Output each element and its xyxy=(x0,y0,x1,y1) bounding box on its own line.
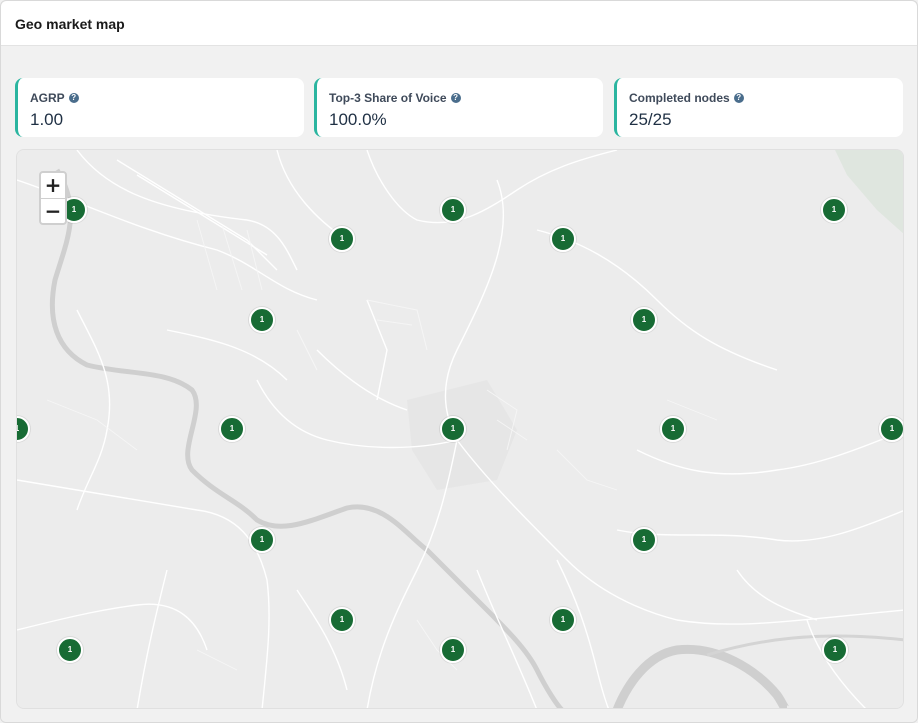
app-frame: Geo market map AGRP ? 1.00 Top-3 Share o… xyxy=(0,0,918,723)
stat-card-agrp: AGRP ? 1.00 xyxy=(15,78,304,137)
map-marker[interactable]: 1 xyxy=(631,527,657,553)
question-circle-icon[interactable]: ? xyxy=(450,93,461,103)
map-marker[interactable]: 1 xyxy=(329,607,355,633)
stat-value-agrp: 1.00 xyxy=(30,110,64,129)
map-marker[interactable]: 1 xyxy=(879,416,903,442)
map-marker[interactable]: 1 xyxy=(660,416,686,442)
stat-label-completed-nodes: Completed nodes xyxy=(629,91,730,105)
question-circle-icon[interactable]: ? xyxy=(68,93,79,103)
map-marker[interactable]: 1 xyxy=(440,416,466,442)
zoom-control: + − xyxy=(39,171,67,225)
geo-map[interactable]: + − 1 1 1 1 1 1 1 1 1 1 1 1 1 1 1 1 1 1 … xyxy=(16,149,904,709)
stat-card-completed-nodes: Completed nodes ? 25/25 xyxy=(614,78,903,137)
stat-label-share-of-voice: Top-3 Share of Voice xyxy=(329,91,447,105)
panel-footer xyxy=(1,713,917,722)
map-marker[interactable]: 1 xyxy=(821,197,847,223)
panel-header: Geo market map xyxy=(1,1,917,46)
map-marker[interactable]: 1 xyxy=(440,197,466,223)
stat-value-share-of-voice: 100.0% xyxy=(329,110,387,129)
map-marker[interactable]: 1 xyxy=(550,226,576,252)
stat-card-share-of-voice: Top-3 Share of Voice ? 100.0% xyxy=(314,78,603,137)
map-marker[interactable]: 1 xyxy=(440,637,466,663)
map-marker[interactable]: 1 xyxy=(57,637,83,663)
page-title: Geo market map xyxy=(15,16,125,32)
question-circle-icon[interactable]: ? xyxy=(733,93,744,103)
map-marker[interactable]: 1 xyxy=(249,527,275,553)
map-marker[interactable]: 1 xyxy=(631,307,657,333)
stat-value-completed-nodes: 25/25 xyxy=(629,110,672,129)
map-marker[interactable]: 1 xyxy=(329,226,355,252)
zoom-out-button[interactable]: − xyxy=(41,198,65,223)
stat-label-agrp: AGRP xyxy=(30,91,65,105)
zoom-in-button[interactable]: + xyxy=(41,173,65,198)
map-marker[interactable]: 1 xyxy=(249,307,275,333)
map-marker[interactable]: 1 xyxy=(550,607,576,633)
map-marker[interactable]: 1 xyxy=(219,416,245,442)
map-marker[interactable]: 1 xyxy=(822,637,848,663)
